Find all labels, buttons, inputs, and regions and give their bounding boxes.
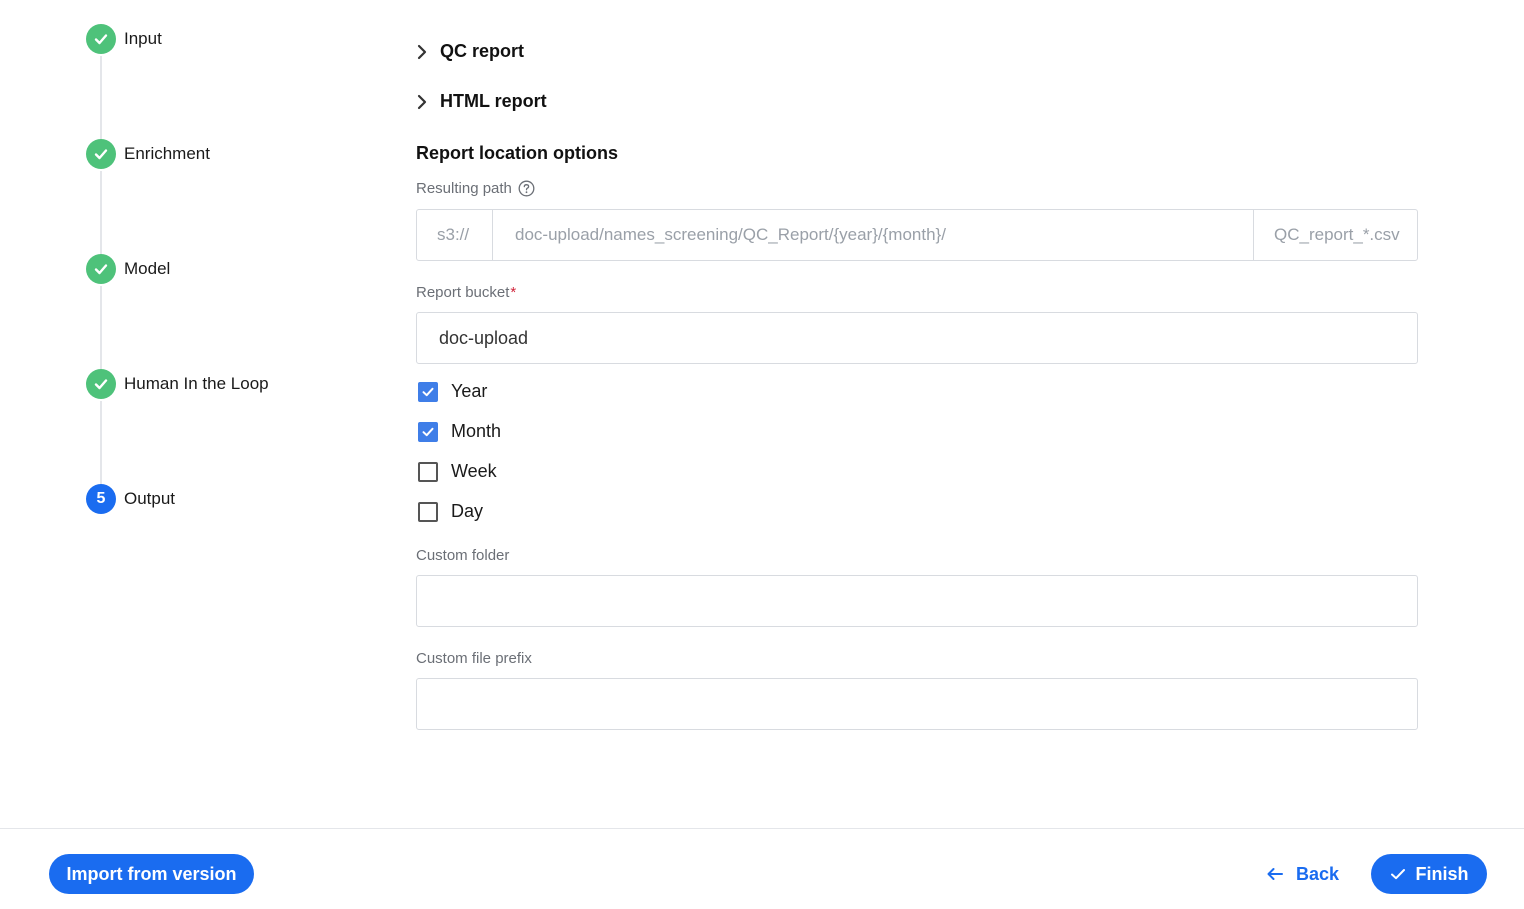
chevron-right-icon xyxy=(416,44,428,60)
path-suffix: QC_report_*.csv xyxy=(1253,210,1417,260)
custom-file-prefix-label: Custom file prefix xyxy=(416,650,532,667)
step-enrichment[interactable]: Enrichment xyxy=(86,139,210,169)
checkbox-checked-icon xyxy=(418,381,438,402)
step-label: Enrichment xyxy=(124,144,210,163)
step-number: 5 xyxy=(86,484,116,514)
step-connector xyxy=(100,401,102,484)
checkbox-unchecked-icon xyxy=(418,501,438,522)
checkbox-label: Day xyxy=(451,501,484,521)
checkbox-label: Week xyxy=(451,461,497,481)
checkbox-month[interactable]: Month xyxy=(418,421,501,442)
qc-report-toggle[interactable]: QC report xyxy=(416,41,524,62)
checkbox-label: Month xyxy=(451,421,502,441)
report-bucket-input[interactable] xyxy=(416,312,1418,364)
resulting-path-label-text: Resulting path xyxy=(416,180,512,197)
step-output[interactable]: 5 Output xyxy=(86,484,175,514)
finish-button[interactable]: Finish xyxy=(1371,854,1487,894)
report-location-title: Report location options xyxy=(416,143,618,163)
step-model[interactable]: Model xyxy=(86,254,170,284)
import-from-version-button[interactable]: Import from version xyxy=(49,854,254,894)
report-bucket-label-text: Report bucket xyxy=(416,284,510,301)
step-connector xyxy=(100,171,102,254)
html-report-title: HTML report xyxy=(440,91,547,111)
step-label: Output xyxy=(124,489,176,508)
custom-folder-label-text: Custom folder xyxy=(416,547,510,564)
back-button-label: Back xyxy=(1296,863,1340,884)
custom-folder-input[interactable] xyxy=(416,575,1418,627)
checkbox-label: Year xyxy=(451,381,488,401)
report-bucket-label: Report bucket * xyxy=(416,284,516,301)
step-connector xyxy=(100,286,102,369)
path-prefix: s3:// xyxy=(417,210,493,260)
check-icon xyxy=(1390,867,1406,881)
path-value: doc-upload/names_screening/QC_Report/{ye… xyxy=(515,225,946,244)
step-human-in-the-loop[interactable]: Human In the Loop xyxy=(86,369,269,399)
footer-divider xyxy=(0,828,1524,829)
custom-file-prefix-label-text: Custom file prefix xyxy=(416,650,532,667)
html-report-toggle[interactable]: HTML report xyxy=(416,91,547,112)
help-circle-icon[interactable] xyxy=(518,180,535,197)
step-label: Input xyxy=(124,29,162,48)
step-label: Human In the Loop xyxy=(124,374,269,393)
back-button[interactable]: Back xyxy=(1266,854,1339,894)
checkbox-week[interactable]: Week xyxy=(418,461,497,482)
check-icon xyxy=(86,254,116,284)
step-connector xyxy=(100,56,102,139)
chevron-right-icon xyxy=(416,94,428,110)
qc-report-title: QC report xyxy=(440,41,525,61)
required-mark: * xyxy=(510,284,517,301)
check-icon xyxy=(86,139,116,169)
finish-button-label: Finish xyxy=(1415,863,1469,884)
checkbox-unchecked-icon xyxy=(418,461,438,482)
step-input[interactable]: Input xyxy=(86,24,162,54)
checkbox-checked-icon xyxy=(418,421,438,442)
checkbox-year[interactable]: Year xyxy=(418,381,487,402)
arrow-left-icon xyxy=(1266,867,1284,881)
step-label: Model xyxy=(124,259,171,278)
check-icon xyxy=(86,24,116,54)
check-icon xyxy=(86,369,116,399)
custom-file-prefix-input[interactable] xyxy=(416,678,1418,730)
checkbox-day[interactable]: Day xyxy=(418,501,483,522)
resulting-path-display: s3:// doc-upload/names_screening/QC_Repo… xyxy=(416,209,1418,261)
custom-folder-label: Custom folder xyxy=(416,547,509,564)
resulting-path-label: Resulting path xyxy=(416,180,535,197)
